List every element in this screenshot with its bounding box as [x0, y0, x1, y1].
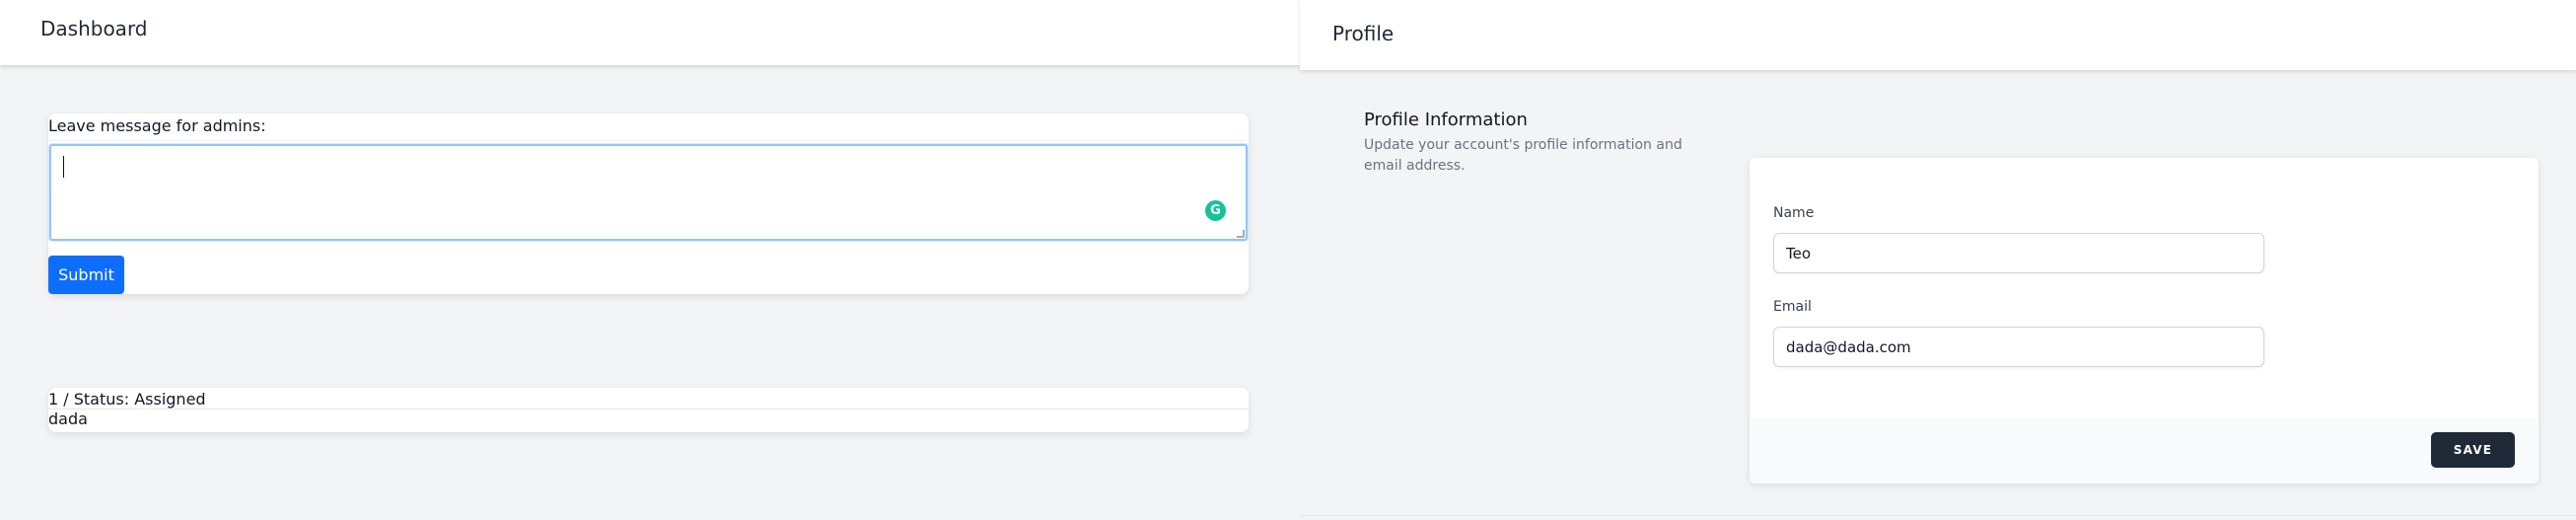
section-description: Update your account's profile informatio…	[1364, 137, 1682, 174]
profile-panel: Profile Profile Information Update your …	[1300, 0, 2576, 520]
divider	[1300, 515, 2576, 516]
profile-form-card: Name Email SAVE	[1750, 158, 2539, 483]
status-line: 1 / Status: Assigned	[48, 390, 1249, 409]
resize-handle-icon[interactable]	[1237, 230, 1245, 238]
message-textarea[interactable]: G	[49, 144, 1248, 241]
status-card: 1 / Status: Assigned dada	[48, 388, 1249, 432]
profile-header: Profile	[1300, 0, 2576, 70]
text-caret	[63, 156, 64, 178]
dashboard-header: Dashboard	[0, 0, 1300, 65]
message-label: Leave message for admins:	[48, 113, 1249, 141]
dashboard-panel: Dashboard Leave message for admins: G Su…	[0, 0, 1300, 520]
grammarly-icon[interactable]: G	[1205, 200, 1226, 221]
submit-button[interactable]: Submit	[48, 256, 124, 294]
page-title: Profile	[1332, 22, 1395, 45]
name-field[interactable]	[1773, 233, 2264, 273]
status-body: dada	[48, 409, 88, 428]
section-title: Profile Information	[1364, 110, 1528, 130]
name-label: Name	[1773, 205, 1815, 221]
page-title: Dashboard	[40, 17, 148, 40]
email-field[interactable]	[1773, 327, 2264, 367]
message-card: Leave message for admins: G Submit	[48, 113, 1249, 294]
save-button[interactable]: SAVE	[2431, 432, 2515, 468]
email-label: Email	[1773, 299, 1812, 315]
form-footer: SAVE	[1750, 417, 2539, 483]
